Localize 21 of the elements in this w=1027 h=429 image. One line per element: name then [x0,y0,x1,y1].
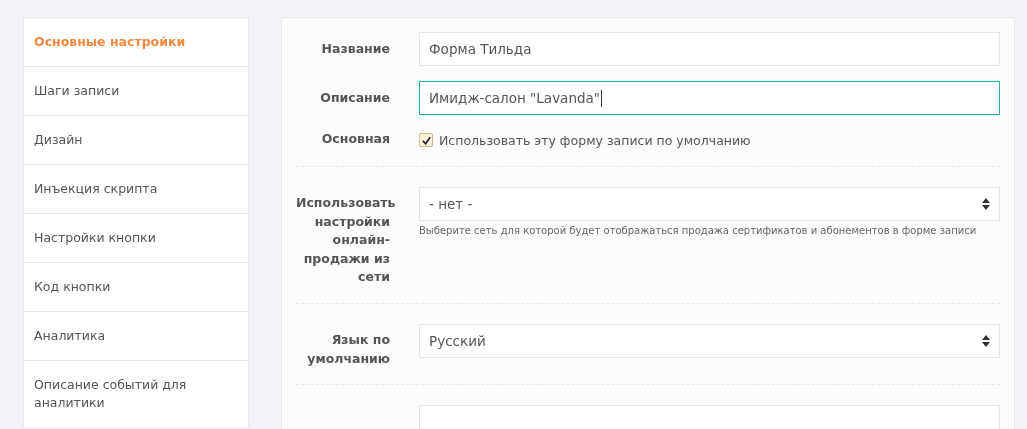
field-label: Название [321,41,390,56]
sort-icon [982,335,990,347]
help-text: Выберите сеть для которой будет отображаться продажа сертификатов и абонементов в форме записи [419,225,978,236]
sort-icon [982,198,990,210]
select-field[interactable]: - нет - [419,187,1000,221]
sidebar-item[interactable]: Описание событий для аналитики [24,361,248,427]
sidebar-item[interactable]: Шаги записи [24,67,248,116]
sidebar-item[interactable]: Настройки кнопки [24,214,248,263]
input-field[interactable]: Имидж-салон "Lavanda" [419,81,1000,115]
field-label: Использовать настройки онлайн-продажи из сети [296,195,396,284]
checkbox[interactable] [419,133,433,147]
input-field[interactable]: Форма Тильда [419,32,1000,66]
sidebar-item[interactable]: Инъекция скрипта [24,165,248,214]
select-field[interactable]: Русский [419,324,1000,358]
field-label: Основная [321,131,390,146]
sidebar-item[interactable]: Дизайн [24,116,248,165]
checkbox-label: Использовать эту форму записи по умолчанию [439,132,751,148]
sidebar-item[interactable]: Код кнопки [24,263,248,312]
sidebar-item[interactable]: Аналитика [24,312,248,361]
field-label: Язык по умолчанию [307,332,390,366]
field-label: Описание [320,90,390,105]
